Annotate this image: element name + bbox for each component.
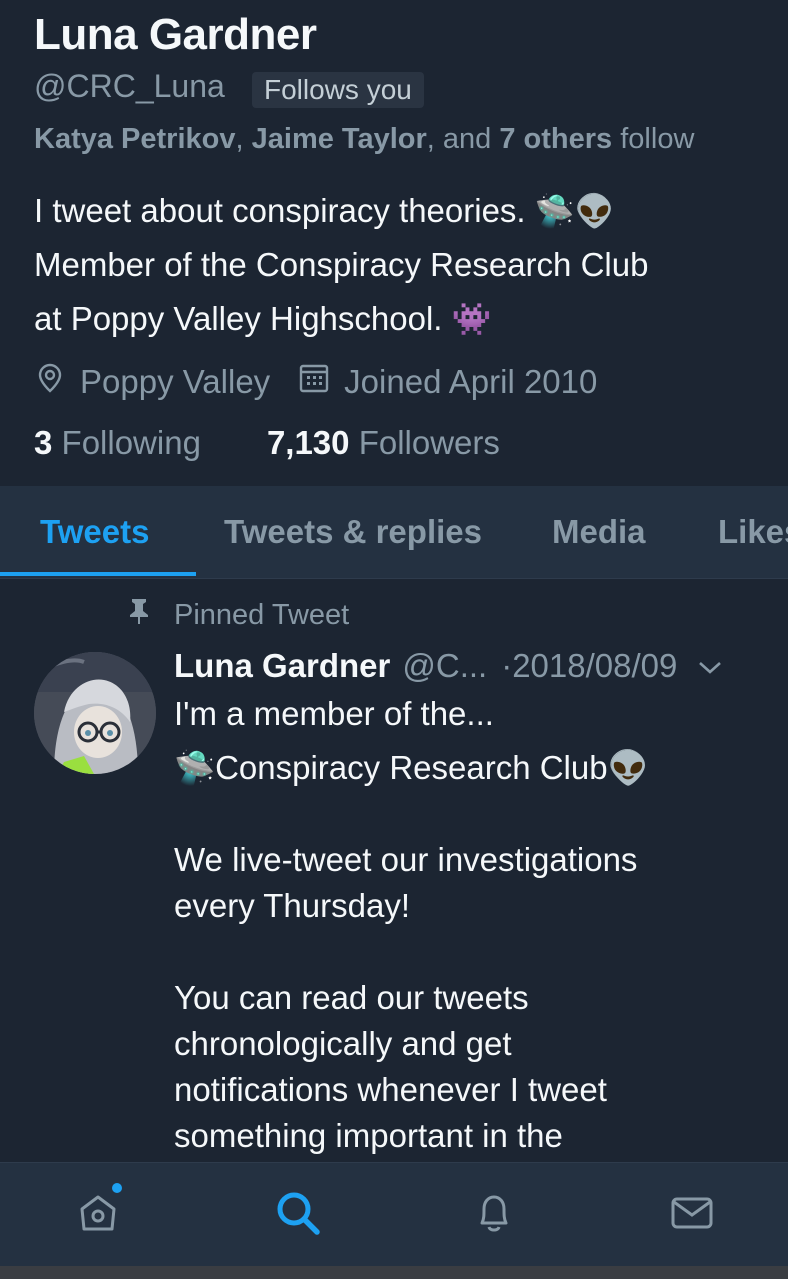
tweet-author-name[interactable]: Luna Gardner <box>174 647 390 685</box>
profile-name: Luna Gardner <box>34 10 317 59</box>
followers-link[interactable]: 7,130 Followers <box>267 424 500 461</box>
follows-you-badge: Follows you <box>252 72 424 108</box>
tweet-date[interactable]: ·2018/08/09 <box>501 647 677 685</box>
profile-bio: I tweet about conspiracy theories. 🛸👽 Me… <box>34 184 764 346</box>
following-link[interactable]: 3 Following <box>34 424 201 461</box>
home-icon <box>74 1189 122 1242</box>
following-count: 3 <box>34 424 53 461</box>
tweet-line: We live-tweet our investigations <box>174 841 638 878</box>
tweet-line: 🛸Conspiracy Research Club👽 <box>174 749 649 786</box>
profile-stats: 3 Following 7,130 Followers <box>34 424 500 462</box>
follower-name[interactable]: Jaime Taylor <box>252 123 427 155</box>
active-tab-indicator <box>0 572 196 576</box>
tweet-line: every Thursday! <box>174 887 410 924</box>
home-tab[interactable] <box>70 1187 126 1243</box>
space-invader-emoji: 👾 <box>451 300 492 338</box>
chevron-down-icon[interactable] <box>697 647 723 685</box>
pinned-tweet-text: Pinned Tweet <box>174 598 350 631</box>
tweet-header: Luna Gardner @C... ·2018/08/09 <box>174 647 723 685</box>
profile-header: Luna Gardner @CRC_Luna Follows you Katya… <box>0 0 788 486</box>
tab-tweets-and-replies[interactable]: Tweets & replies <box>224 486 482 578</box>
mail-icon <box>668 1189 716 1242</box>
calendar-icon <box>298 362 330 402</box>
home-indicator-strip <box>0 1266 788 1279</box>
search-icon <box>273 1188 323 1243</box>
tab-likes[interactable]: Likes <box>718 486 788 578</box>
tweet-line: something important in the <box>174 1117 563 1154</box>
pin-icon <box>128 597 174 633</box>
ufo-alien-emoji: 🛸👽 <box>534 192 615 230</box>
tweet-line: I'm a member of the... <box>174 695 494 732</box>
joined-date: Joined April 2010 <box>344 363 598 400</box>
tweet-blank-line <box>174 929 764 975</box>
tweet-author-handle[interactable]: @C... <box>402 647 487 685</box>
location-pin-icon <box>34 362 66 402</box>
home-notification-badge <box>112 1183 122 1193</box>
tab-media[interactable]: Media <box>552 486 646 578</box>
separator-text: , <box>235 123 252 155</box>
messages-tab[interactable] <box>664 1187 720 1243</box>
pinned-tweet[interactable]: Pinned Tweet Luna Gardner @C... ·2018/08… <box>0 579 788 1162</box>
followers-label: Followers <box>358 424 500 461</box>
tweet-body: I'm a member of the... 🛸Conspiracy Resea… <box>174 691 764 1159</box>
avatar[interactable] <box>34 652 156 774</box>
profile-tabs: Tweets Tweets & replies Media Likes <box>0 486 788 579</box>
bell-icon <box>470 1189 518 1242</box>
profile-handle[interactable]: @CRC_Luna <box>34 68 225 105</box>
bio-line: at Poppy Valley Highschool. <box>34 300 452 337</box>
follow-suffix: follow <box>612 123 695 155</box>
search-tab[interactable] <box>270 1187 326 1243</box>
tweet-line: chronologically and get <box>174 1025 512 1062</box>
others-count[interactable]: 7 others <box>499 123 612 155</box>
tweet-line: notifications whenever I tweet <box>174 1071 607 1108</box>
tab-tweets[interactable]: Tweets <box>40 486 149 578</box>
bio-line: I tweet about conspiracy theories. <box>34 192 535 229</box>
location-text: Poppy Valley <box>80 363 271 400</box>
following-label: Following <box>61 424 201 461</box>
tweet-line: You can read our tweets <box>174 979 529 1016</box>
followers-count: 7,130 <box>266 424 350 461</box>
bottom-nav <box>0 1162 788 1267</box>
tweet-blank-line <box>174 791 764 837</box>
follower-name[interactable]: Katya Petrikov <box>34 123 236 155</box>
followed-by-line[interactable]: Katya Petrikov, Jaime Taylor, and 7 othe… <box>34 123 694 156</box>
pinned-label: Pinned Tweet <box>128 597 349 633</box>
separator-text: , and <box>426 123 500 155</box>
profile-meta: Poppy Valley Joined April 2010 <box>34 362 597 402</box>
notifications-tab[interactable] <box>466 1187 522 1243</box>
bio-line: Member of the Conspiracy Research Club <box>34 246 649 283</box>
